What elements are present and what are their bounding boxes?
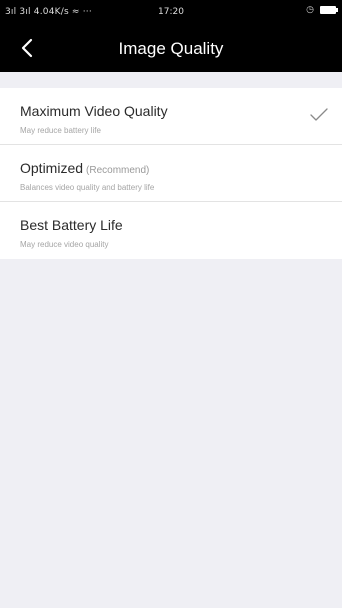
recommend-note: (Recommend) [86,165,150,176]
nav-bar: Image Quality [0,24,342,72]
back-button[interactable] [14,34,42,62]
checkmark-icon [310,108,328,121]
status-icons: ◷ [306,5,338,15]
status-time: 17:20 [158,7,184,17]
option-title: Optimized (Recommend) [20,160,150,176]
section-gap [0,72,342,88]
page-title: Image Quality [118,39,224,58]
option-maximum-video-quality[interactable]: Maximum Video Quality May reduce battery… [0,88,342,145]
battery-icon [320,6,338,14]
option-best-battery-life[interactable]: Best Battery Life May reduce video quali… [0,202,342,259]
chevron-left-icon [21,38,33,58]
option-title: Best Battery Life [20,217,123,233]
alarm-icon: ◷ [306,5,314,15]
option-subtitle: May reduce battery life [20,126,101,135]
status-bar: 3ıl 3ıl 4.04K/s ≈ ··· 17:20 ◷ [0,0,342,24]
option-optimized[interactable]: Optimized (Recommend) Balances video qual… [0,145,342,202]
option-subtitle: Balances video quality and battery life [20,183,155,192]
option-title: Maximum Video Quality [20,103,168,119]
option-subtitle: May reduce video quality [20,240,109,249]
quality-options-list: Maximum Video Quality May reduce battery… [0,88,342,259]
